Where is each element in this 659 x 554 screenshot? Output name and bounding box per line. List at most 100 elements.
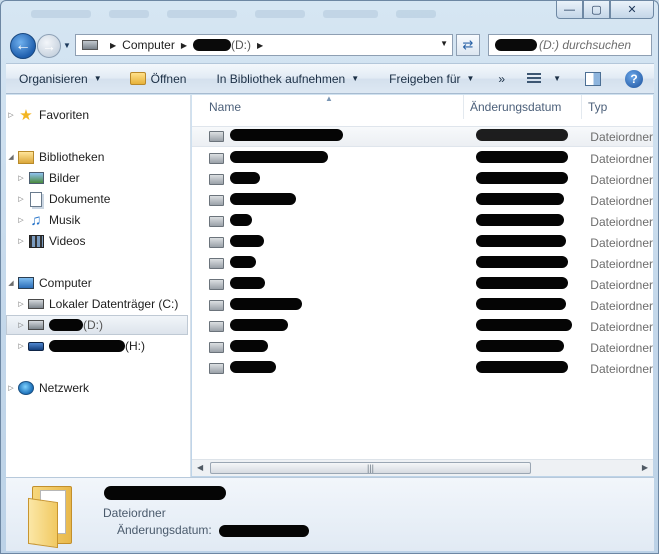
file-row[interactable]: Dateiordner (192, 316, 653, 337)
refresh-button[interactable]: ⇄ (456, 34, 480, 56)
folder-icon (209, 342, 225, 353)
recent-pages-dropdown[interactable]: ▼ (63, 41, 71, 50)
redacted-date (475, 277, 568, 289)
folder-icon (209, 258, 225, 269)
file-row[interactable]: Dateiordner (192, 253, 653, 274)
collapse-arrow-icon[interactable]: ◢ (6, 279, 16, 287)
nav-item-network[interactable]: ▷ Netzwerk (6, 378, 191, 398)
redacted-file-name (230, 319, 289, 331)
nav-label: Bilder (49, 171, 80, 185)
music-note-icon: ♫ (30, 211, 42, 229)
close-button[interactable]: ✕ (610, 1, 654, 19)
column-header-date[interactable]: Änderungsdatum (464, 95, 582, 119)
help-button[interactable]: ? (611, 64, 653, 93)
redacted-file-name (230, 340, 269, 352)
share-with-button[interactable]: Freigeben für ▼ (369, 64, 484, 93)
scroll-right-icon[interactable]: ▶ (642, 463, 648, 472)
nav-label: Musik (49, 213, 81, 227)
file-row[interactable]: Dateiordner (192, 295, 653, 316)
explorer-window: — ▢ ✕ ← → ▼ ▶ Computer ▶ (D:) ▶ ▼ ⇄ (D:)… (0, 0, 659, 554)
nav-item-libraries[interactable]: ◢ Bibliotheken (6, 147, 191, 167)
network-icon (18, 381, 34, 395)
details-type: Dateiordner (103, 506, 166, 520)
arrow-left-icon: ← (15, 37, 31, 54)
collapse-arrow-icon[interactable]: ◢ (6, 153, 16, 161)
add-to-library-label: In Bibliothek aufnehmen (216, 71, 346, 86)
file-row[interactable]: Dateiordner (192, 190, 653, 211)
breadcrumb-drive[interactable]: (D:) (231, 38, 251, 52)
expand-arrow-icon[interactable]: ▷ (6, 111, 16, 119)
address-bar[interactable]: ▶ Computer ▶ (D:) ▶ ▼ (75, 34, 453, 56)
window-controls: — ▢ ✕ (556, 1, 654, 19)
scrollbar-thumb[interactable]: ||| (210, 462, 531, 474)
file-row[interactable]: Dateiordner (192, 148, 653, 169)
breadcrumb-separator-icon[interactable]: ▶ (110, 41, 116, 50)
horizontal-scrollbar[interactable]: ◀ ||| ▶ (192, 459, 653, 476)
expand-arrow-icon[interactable]: ▷ (16, 237, 26, 245)
expand-arrow-icon[interactable]: ▷ (16, 300, 26, 308)
redacted-date (475, 361, 568, 373)
file-row[interactable]: Dateiordner (192, 126, 653, 147)
nav-item-documents[interactable]: ▷ Dokumente (6, 189, 191, 209)
nav-item-videos[interactable]: ▷ Videos (6, 231, 191, 251)
nav-item-favorites[interactable]: ▷ ★ Favoriten (6, 105, 191, 125)
nav-item-music[interactable]: ▷ ♫ Musik (6, 210, 191, 230)
file-row[interactable]: Dateiordner (192, 358, 653, 379)
scroll-left-icon[interactable]: ◀ (197, 463, 203, 472)
add-to-library-button[interactable]: In Bibliothek aufnehmen ▼ (196, 64, 369, 93)
expand-arrow-icon[interactable]: ▷ (16, 195, 26, 203)
maximize-button[interactable]: ▢ (583, 1, 610, 19)
folder-open-icon (129, 72, 146, 85)
column-headers: ▲ Name Änderungsdatum Typ (192, 95, 653, 119)
redacted-date (475, 214, 564, 226)
expand-arrow-icon[interactable]: ▷ (6, 384, 16, 392)
breadcrumb-separator-icon[interactable]: ▶ (181, 41, 187, 50)
forward-button[interactable]: → (37, 34, 61, 58)
file-row[interactable]: Dateiordner (192, 211, 653, 232)
file-row[interactable]: Dateiordner (192, 232, 653, 253)
address-history-dropdown[interactable]: ▼ (440, 39, 448, 48)
film-strip-icon (28, 234, 44, 248)
search-input[interactable]: (D:) durchsuchen (488, 34, 652, 56)
navigation-pane: ▷ ★ Favoriten ◢ Bibliotheken ▷ Bilder ▷ … (6, 95, 191, 477)
nav-item-pictures[interactable]: ▷ Bilder (6, 168, 191, 188)
expand-arrow-icon[interactable]: ▷ (16, 216, 26, 224)
chevron-down-icon: ▼ (553, 74, 562, 83)
expand-arrow-icon[interactable]: ▷ (16, 174, 26, 182)
file-row[interactable]: Dateiordner (192, 169, 653, 190)
breadcrumb-computer[interactable]: Computer (122, 38, 175, 52)
column-header-type[interactable]: Typ (582, 95, 653, 119)
file-row[interactable]: Dateiordner (192, 274, 653, 295)
redacted-file-name (230, 256, 257, 268)
back-button[interactable]: ← (10, 33, 36, 59)
file-type: Dateiordner (590, 256, 653, 271)
organize-button[interactable]: Organisieren ▼ (6, 64, 112, 93)
redacted-file-name (230, 172, 261, 184)
file-row[interactable]: Dateiordner (192, 337, 653, 358)
folder-icon (209, 300, 225, 311)
preview-pane-icon (585, 71, 602, 86)
refresh-icon: ⇄ (462, 37, 474, 52)
file-list: ▲ Name Änderungsdatum Typ Dateiordner Dat… (192, 95, 653, 459)
expand-arrow-icon[interactable]: ▷ (16, 321, 26, 329)
redacted-drive-label (49, 340, 125, 352)
expand-arrow-icon[interactable]: ▷ (16, 342, 26, 350)
drive-icon (82, 40, 98, 50)
change-view-button[interactable]: ▼ (515, 64, 571, 93)
nav-item-local-disk-c[interactable]: ▷ Lokaler Datenträger (C:) (6, 294, 191, 314)
more-commands-button[interactable]: » (484, 64, 515, 93)
file-type: Dateiordner (590, 172, 653, 187)
nav-item-drive-h[interactable]: ▷ (H:) (6, 336, 191, 356)
details-modified-label: Änderungsdatum: (117, 523, 212, 537)
preview-pane-button[interactable] (571, 64, 611, 93)
redacted-file-name (230, 129, 344, 141)
nav-item-drive-d[interactable]: ▷ (D:) (6, 315, 188, 335)
column-header-name[interactable]: ▲ Name (192, 95, 464, 119)
star-icon: ★ (19, 107, 33, 124)
nav-item-computer[interactable]: ◢ Computer (6, 273, 191, 293)
details-modified: Änderungsdatum: (117, 523, 310, 537)
folder-icon (209, 216, 225, 227)
minimize-button[interactable]: — (556, 1, 583, 19)
breadcrumb-separator-icon[interactable]: ▶ (257, 41, 263, 50)
open-button[interactable]: Öffnen (112, 64, 197, 93)
